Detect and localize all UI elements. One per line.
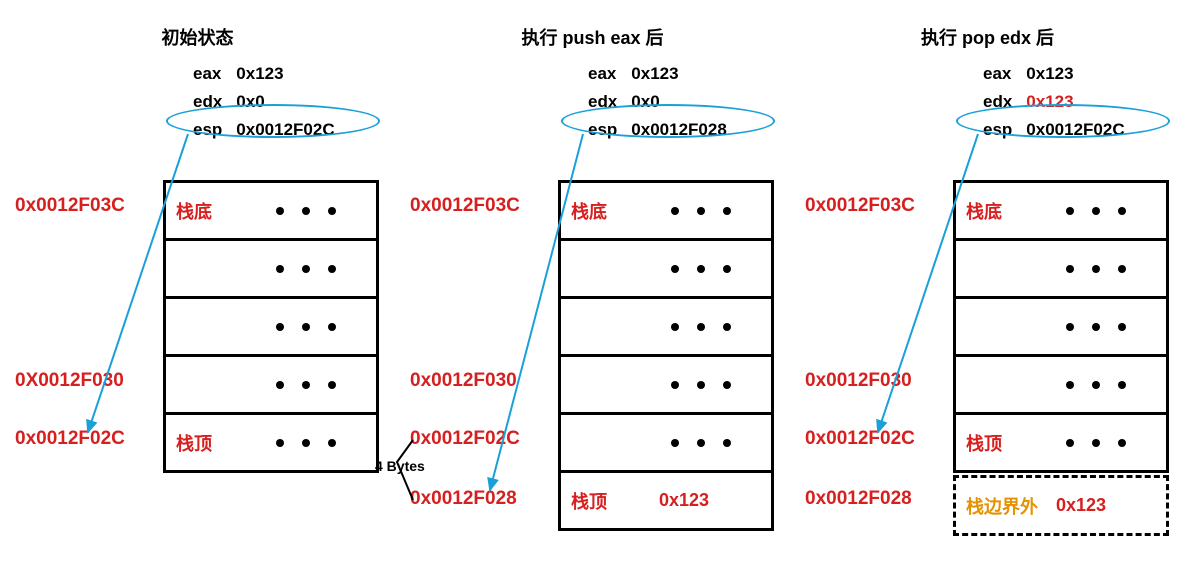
panel-title: 执行 push eax 后 xyxy=(395,24,790,50)
reg-edx-label: edx xyxy=(187,90,228,116)
stack-cell xyxy=(561,238,771,296)
stack-cell-bottom: 栈底 xyxy=(166,183,376,238)
stack-cell-top: 栈顶0x123 xyxy=(561,470,771,528)
reg-esp-label: esp xyxy=(977,118,1018,144)
stack-cell-top: 栈顶 xyxy=(956,412,1166,470)
addr-label: 0x0012F02C xyxy=(15,428,125,450)
reg-edx-value: 0x0 xyxy=(625,90,732,116)
stack-cell xyxy=(956,238,1166,296)
reg-edx-label: edx xyxy=(582,90,623,116)
reg-esp-value: 0x0012F02C xyxy=(1020,118,1130,144)
addr-label: 0x0012F03C xyxy=(805,195,915,217)
reg-eax-value: 0x123 xyxy=(625,62,732,88)
addr-label: 0x0012F030 xyxy=(805,370,912,392)
stack-diagram: 初始状态 eax0x123 edx0x0 esp0x0012F02C 0x001… xyxy=(0,0,1184,573)
reg-esp-value: 0x0012F02C xyxy=(230,118,340,144)
stack-cell xyxy=(956,354,1166,412)
stack-cell-top: 栈顶 xyxy=(166,412,376,470)
stack-cell-bottom: 栈底 xyxy=(561,183,771,238)
stack-cell xyxy=(561,354,771,412)
stack-cell xyxy=(166,296,376,354)
stack-box: 栈底 栈顶 xyxy=(163,180,379,473)
stack-beyond-boundary: 栈边界外 0x123 xyxy=(953,475,1169,536)
addr-label: 0x0012F02C xyxy=(805,428,915,450)
stack-cell xyxy=(166,238,376,296)
addr-label: 0x0012F03C xyxy=(410,195,520,217)
reg-edx-value: 0x0 xyxy=(230,90,340,116)
stack-box: 栈底 栈顶0x123 xyxy=(558,180,774,531)
stack-box: 栈底 栈顶 xyxy=(953,180,1169,473)
addr-label: 0x0012F02C xyxy=(410,428,520,450)
reg-esp-label: esp xyxy=(582,118,623,144)
stack-cell xyxy=(561,296,771,354)
panel-title: 初始状态 xyxy=(0,24,395,50)
stack-cell xyxy=(561,412,771,470)
stack-cell xyxy=(166,354,376,412)
reg-edx-value: 0x123 xyxy=(1020,90,1130,116)
stack-cell-bottom: 栈底 xyxy=(956,183,1166,238)
reg-eax-label: eax xyxy=(977,62,1018,88)
addr-label: 0X0012F030 xyxy=(15,370,124,392)
addr-label: 0x0012F028 xyxy=(805,488,912,510)
panel-title: 执行 pop edx 后 xyxy=(790,24,1184,50)
reg-esp-value: 0x0012F028 xyxy=(625,118,732,144)
reg-eax-label: eax xyxy=(187,62,228,88)
reg-edx-label: edx xyxy=(977,90,1018,116)
addr-label: 0x0012F028 xyxy=(410,488,517,510)
reg-eax-value: 0x123 xyxy=(1020,62,1130,88)
addr-label: 0x0012F030 xyxy=(410,370,517,392)
registers: eax0x123 edx0x0 esp0x0012F02C xyxy=(185,60,343,146)
reg-esp-label: esp xyxy=(187,118,228,144)
registers: eax0x123 edx0x0 esp0x0012F028 xyxy=(580,60,735,146)
four-bytes-note: 4 Bytes xyxy=(375,458,425,474)
addr-label: 0x0012F03C xyxy=(15,195,125,217)
reg-eax-label: eax xyxy=(582,62,623,88)
registers: eax0x123 edx0x123 esp0x0012F02C xyxy=(975,60,1133,146)
stack-cell xyxy=(956,296,1166,354)
reg-eax-value: 0x123 xyxy=(230,62,340,88)
